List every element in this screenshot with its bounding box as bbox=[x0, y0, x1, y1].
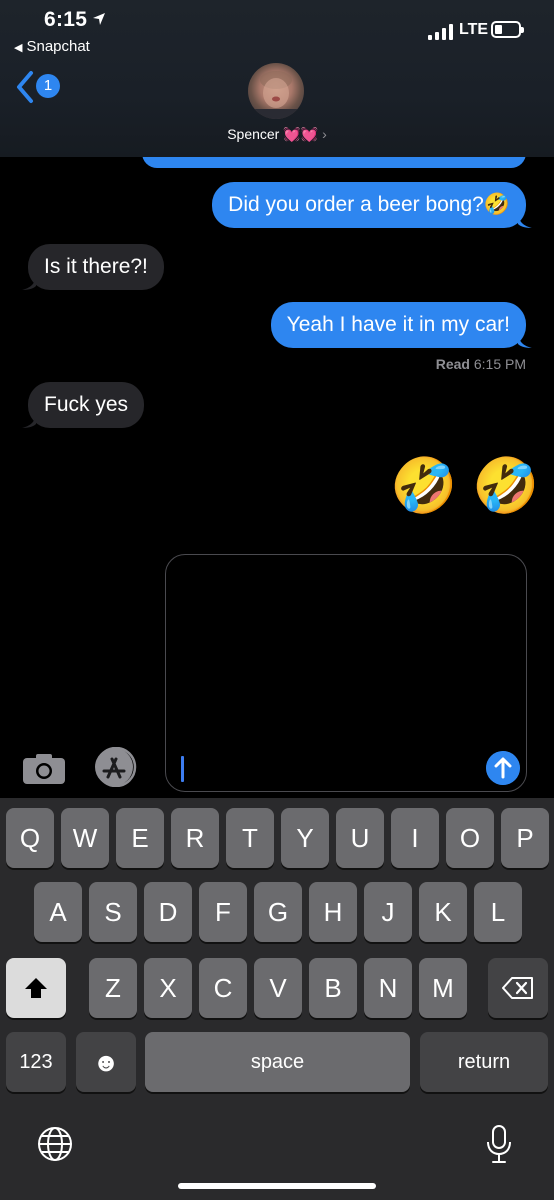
globe-icon[interactable] bbox=[37, 1126, 73, 1162]
mic-icon[interactable] bbox=[486, 1124, 512, 1164]
key-e[interactable]: E bbox=[116, 808, 164, 868]
message-text: Yeah I have it in my car! bbox=[286, 313, 510, 336]
emoji-message[interactable]: 🤣 🤣 bbox=[390, 456, 539, 516]
message-input[interactable] bbox=[165, 554, 527, 792]
key-o[interactable]: O bbox=[446, 808, 494, 868]
contact-name[interactable]: Spencer 💓💓 › bbox=[0, 126, 554, 143]
key-d[interactable]: D bbox=[144, 882, 192, 942]
bubble-tail bbox=[518, 212, 532, 228]
signal-bars-icon bbox=[428, 24, 453, 40]
shift-key[interactable] bbox=[6, 958, 66, 1018]
key-b[interactable]: B bbox=[309, 958, 357, 1018]
key-u[interactable]: U bbox=[336, 808, 384, 868]
key-n[interactable]: N bbox=[364, 958, 412, 1018]
contact-chevron-icon: › bbox=[322, 126, 327, 142]
message-text: Fuck yes bbox=[44, 393, 129, 416]
key-p[interactable]: P bbox=[501, 808, 549, 868]
back-triangle-icon: ◀ bbox=[14, 42, 23, 54]
conversation-header: 6:15 ◀ Snapchat LTE 1 Spencer 💓💓 › bbox=[0, 0, 554, 157]
key-c[interactable]: C bbox=[199, 958, 247, 1018]
key-m[interactable]: M bbox=[419, 958, 467, 1018]
text-cursor bbox=[181, 756, 184, 782]
key-z[interactable]: Z bbox=[89, 958, 137, 1018]
return-key[interactable]: return bbox=[420, 1032, 548, 1092]
unread-badge[interactable]: 1 bbox=[36, 74, 60, 98]
key-s[interactable]: S bbox=[89, 882, 137, 942]
shift-icon bbox=[25, 978, 47, 998]
key-l[interactable]: L bbox=[474, 882, 522, 942]
message-text: Is it there?! bbox=[44, 255, 148, 278]
key-i[interactable]: I bbox=[391, 808, 439, 868]
home-indicator[interactable] bbox=[178, 1183, 376, 1189]
back-to-app-link[interactable]: ◀ Snapchat bbox=[14, 38, 90, 55]
contact-name-label: Spencer 💓💓 bbox=[227, 126, 319, 142]
key-v[interactable]: V bbox=[254, 958, 302, 1018]
network-type: LTE bbox=[459, 21, 489, 38]
key-w[interactable]: W bbox=[61, 808, 109, 868]
key-y[interactable]: Y bbox=[281, 808, 329, 868]
key-a[interactable]: A bbox=[34, 882, 82, 942]
key-g[interactable]: G bbox=[254, 882, 302, 942]
key-j[interactable]: J bbox=[364, 882, 412, 942]
space-key[interactable]: space bbox=[145, 1032, 410, 1092]
key-f[interactable]: F bbox=[199, 882, 247, 942]
bubble-tail bbox=[22, 412, 36, 428]
message-text: Did you order a beer bong?🤣 bbox=[228, 193, 510, 216]
keyboard: Q W E R T Y U I O P A S D F G H J K L Z … bbox=[0, 798, 554, 1200]
contact-avatar[interactable] bbox=[248, 63, 304, 119]
location-arrow-icon bbox=[93, 13, 105, 25]
key-h[interactable]: H bbox=[309, 882, 357, 942]
delete-icon bbox=[502, 977, 533, 999]
emoji-key[interactable]: ☻ bbox=[76, 1032, 136, 1092]
status-time: 6:15 bbox=[44, 8, 88, 31]
bubble-tail bbox=[518, 332, 532, 348]
numbers-key[interactable]: 123 bbox=[6, 1032, 66, 1092]
key-q[interactable]: Q bbox=[6, 808, 54, 868]
battery-icon bbox=[491, 21, 524, 38]
app-store-icon[interactable] bbox=[92, 747, 142, 787]
bubble-tail bbox=[22, 274, 36, 290]
read-receipt: Read 6:15 PM bbox=[436, 356, 526, 372]
key-x[interactable]: X bbox=[144, 958, 192, 1018]
send-arrow-icon[interactable] bbox=[486, 751, 520, 785]
read-label: Read bbox=[435, 356, 470, 372]
delete-key[interactable] bbox=[488, 958, 548, 1018]
emoji-icon: ☻ bbox=[92, 1047, 120, 1077]
key-k[interactable]: K bbox=[419, 882, 467, 942]
message-bubble-incoming[interactable]: Fuck yes bbox=[28, 382, 145, 428]
back-app-label: Snapchat bbox=[26, 38, 90, 55]
message-bubble-outgoing[interactable]: Yeah I have it in my car! bbox=[270, 302, 526, 348]
message-bubble-outgoing[interactable]: Did you order a beer bong?🤣 bbox=[212, 182, 526, 228]
key-r[interactable]: R bbox=[171, 808, 219, 868]
read-time: 6:15 PM bbox=[473, 356, 526, 372]
camera-icon[interactable] bbox=[22, 753, 66, 785]
key-t[interactable]: T bbox=[226, 808, 274, 868]
message-bubble-incoming[interactable]: Is it there?! bbox=[28, 244, 164, 290]
